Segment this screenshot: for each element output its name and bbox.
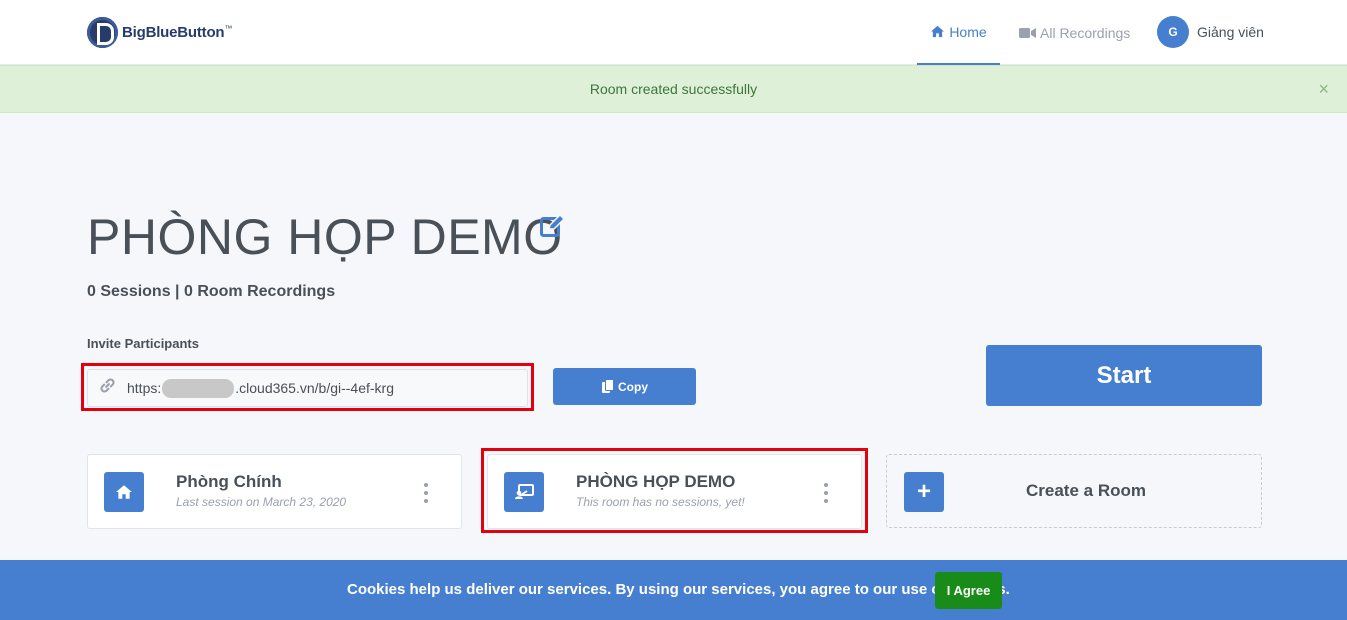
invite-participants-label: Invite Participants (87, 336, 199, 351)
highlight-box-invite (81, 363, 534, 411)
home-icon (930, 25, 945, 38)
room-title: PHÒNG HỌP DEMO (87, 209, 563, 265)
room-card-subtitle: Last session on March 23, 2020 (176, 495, 347, 509)
room-card-title: Phòng Chính (176, 472, 282, 491)
create-room-button[interactable]: + Create a Room (886, 454, 1262, 528)
avatar: G (1157, 16, 1189, 48)
nav-all-recordings-label: All Recordings (1040, 24, 1131, 41)
nav-home-label: Home (949, 23, 987, 40)
cookie-message: Cookies help us deliver our services. By… (347, 581, 1010, 598)
room-options-menu-icon[interactable] (423, 483, 429, 503)
copy-button[interactable]: Copy (553, 368, 696, 405)
edit-room-name-icon[interactable] (540, 213, 566, 243)
nav-home[interactable]: Home (917, 0, 1000, 65)
user-menu[interactable]: G Giảng viên (1157, 16, 1264, 48)
start-button[interactable]: Start (986, 345, 1262, 406)
copy-button-label: Copy (618, 379, 648, 394)
top-navbar: BigBlueButton™ Home All Recordings G Giả… (0, 0, 1347, 65)
plus-icon: + (904, 472, 944, 512)
alert-message: Room created successfully (589, 81, 758, 97)
agree-button[interactable]: I Agree (935, 572, 1002, 609)
highlight-box-room-card (481, 448, 868, 533)
copy-icon (602, 379, 614, 393)
logo-text: BigBlueButton (122, 24, 225, 41)
bigbluebutton-logo[interactable]: BigBlueButton™ (87, 17, 232, 48)
room-stats: 0 Sessions | 0 Room Recordings (87, 283, 336, 300)
success-alert: Room created successfully × (0, 65, 1347, 113)
room-card-main[interactable]: Phòng Chính Last session on March 23, 20… (87, 454, 462, 529)
nav-all-recordings[interactable]: All Recordings (1019, 0, 1130, 65)
cookie-banner: Cookies help us deliver our services. By… (0, 560, 1347, 620)
home-icon (104, 472, 144, 512)
logo-trademark: ™ (224, 24, 233, 33)
close-alert-button[interactable]: × (1318, 80, 1329, 98)
user-name: Giảng viên (1197, 24, 1264, 40)
video-camera-icon (1019, 27, 1036, 39)
logo-icon (87, 17, 118, 48)
create-room-label: Create a Room (1026, 481, 1146, 500)
